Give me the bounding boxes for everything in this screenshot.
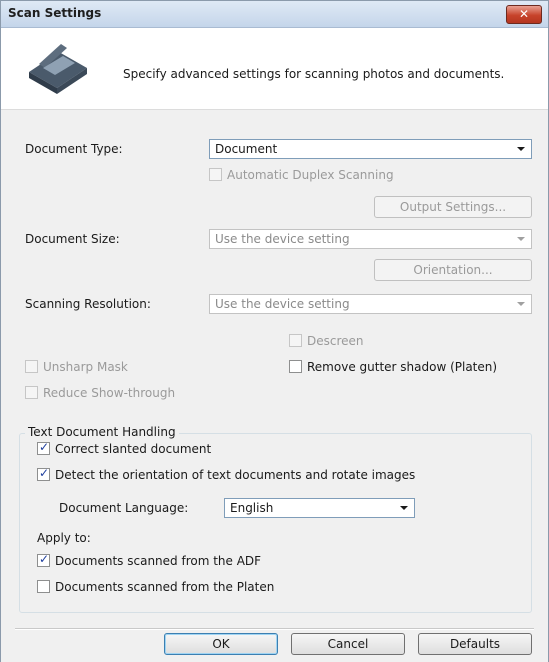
cancel-label: Cancel [327,637,369,651]
document-type-select[interactable]: Document [209,139,532,159]
unsharp-mask-checkbox[interactable]: Unsharp Mask [25,360,128,376]
text-document-handling-title: Text Document Handling [25,425,179,439]
documents-from-platen-checkbox[interactable]: Documents scanned from the Platen [37,580,274,596]
document-language-value: English [230,501,274,515]
checkmark-icon: ✓ [39,552,50,566]
scanner-icon [29,44,87,94]
cancel-button[interactable]: Cancel [291,633,405,655]
checkbox-box [25,386,38,399]
automatic-duplex-checkbox[interactable]: Automatic Duplex Scanning [209,168,394,184]
chevron-down-icon [517,147,525,151]
checkbox-box: ✓ [37,552,50,567]
dialog-header: Specify advanced settings for scanning p… [1,28,548,108]
output-settings-label: Output Settings... [399,200,507,214]
correct-slanted-label: Correct slanted document [55,442,212,456]
checkbox-box [209,168,222,181]
descreen-label: Descreen [307,334,364,348]
remove-gutter-shadow-label: Remove gutter shadow (Platen) [307,360,498,374]
checkbox-box [25,360,38,373]
checkbox-box [289,334,302,347]
button-separator [15,628,534,630]
remove-gutter-shadow-checkbox[interactable]: Remove gutter shadow (Platen) [289,360,497,376]
checkbox-box: ✓ [37,466,50,481]
descreen-checkbox[interactable]: Descreen [289,334,364,350]
close-icon: ✕ [518,7,530,21]
ok-label: OK [212,637,230,651]
scanning-resolution-label: Scanning Resolution: [25,297,151,311]
scanning-resolution-value: Use the device setting [215,297,350,311]
document-size-select[interactable]: Use the device setting [209,229,532,249]
chevron-down-icon [517,302,525,306]
close-button[interactable]: ✕ [506,5,542,24]
apply-to-label: Apply to: [37,531,91,545]
title-bar: Scan Settings ✕ [1,1,548,28]
checkbox-box: ✓ [37,440,50,455]
checkbox-box [37,580,50,593]
scanning-resolution-select[interactable]: Use the device setting [209,294,532,314]
reduce-show-through-checkbox[interactable]: Reduce Show-through [25,386,175,402]
document-type-value: Document [215,142,278,156]
unsharp-mask-label: Unsharp Mask [43,360,128,374]
header-description: Specify advanced settings for scanning p… [123,67,505,81]
document-language-select[interactable]: English [224,498,415,518]
documents-from-adf-checkbox[interactable]: ✓ Documents scanned from the ADF [37,552,262,570]
detect-orientation-label: Detect the orientation of text documents… [55,468,416,482]
orientation-label: Orientation... [413,263,493,277]
reduce-show-through-label: Reduce Show-through [43,386,176,400]
window-title: Scan Settings [8,6,102,20]
orientation-button[interactable]: Orientation... [374,259,532,281]
chevron-down-icon [400,506,408,510]
document-type-label: Document Type: [25,142,123,156]
chevron-down-icon [517,237,525,241]
checkbox-box [289,360,302,373]
ok-button[interactable]: OK [164,633,278,655]
defaults-label: Defaults [449,637,501,651]
checkmark-icon: ✓ [39,440,50,454]
correct-slanted-checkbox[interactable]: ✓ Correct slanted document [37,440,212,458]
document-language-label: Document Language: [59,501,189,515]
scan-settings-dialog: Scan Settings ✕ Specify advanced setting… [0,0,549,662]
checkmark-icon: ✓ [39,466,50,480]
automatic-duplex-label: Automatic Duplex Scanning [227,168,394,182]
defaults-button[interactable]: Defaults [418,633,532,655]
documents-from-platen-label: Documents scanned from the Platen [55,580,275,594]
output-settings-button[interactable]: Output Settings... [374,196,532,218]
documents-from-adf-label: Documents scanned from the ADF [55,554,262,568]
document-size-label: Document Size: [25,232,120,246]
detect-orientation-checkbox[interactable]: ✓ Detect the orientation of text document… [37,466,416,484]
settings-panel: Document Type: Document Automatic Duplex… [1,109,548,662]
document-size-value: Use the device setting [215,232,350,246]
